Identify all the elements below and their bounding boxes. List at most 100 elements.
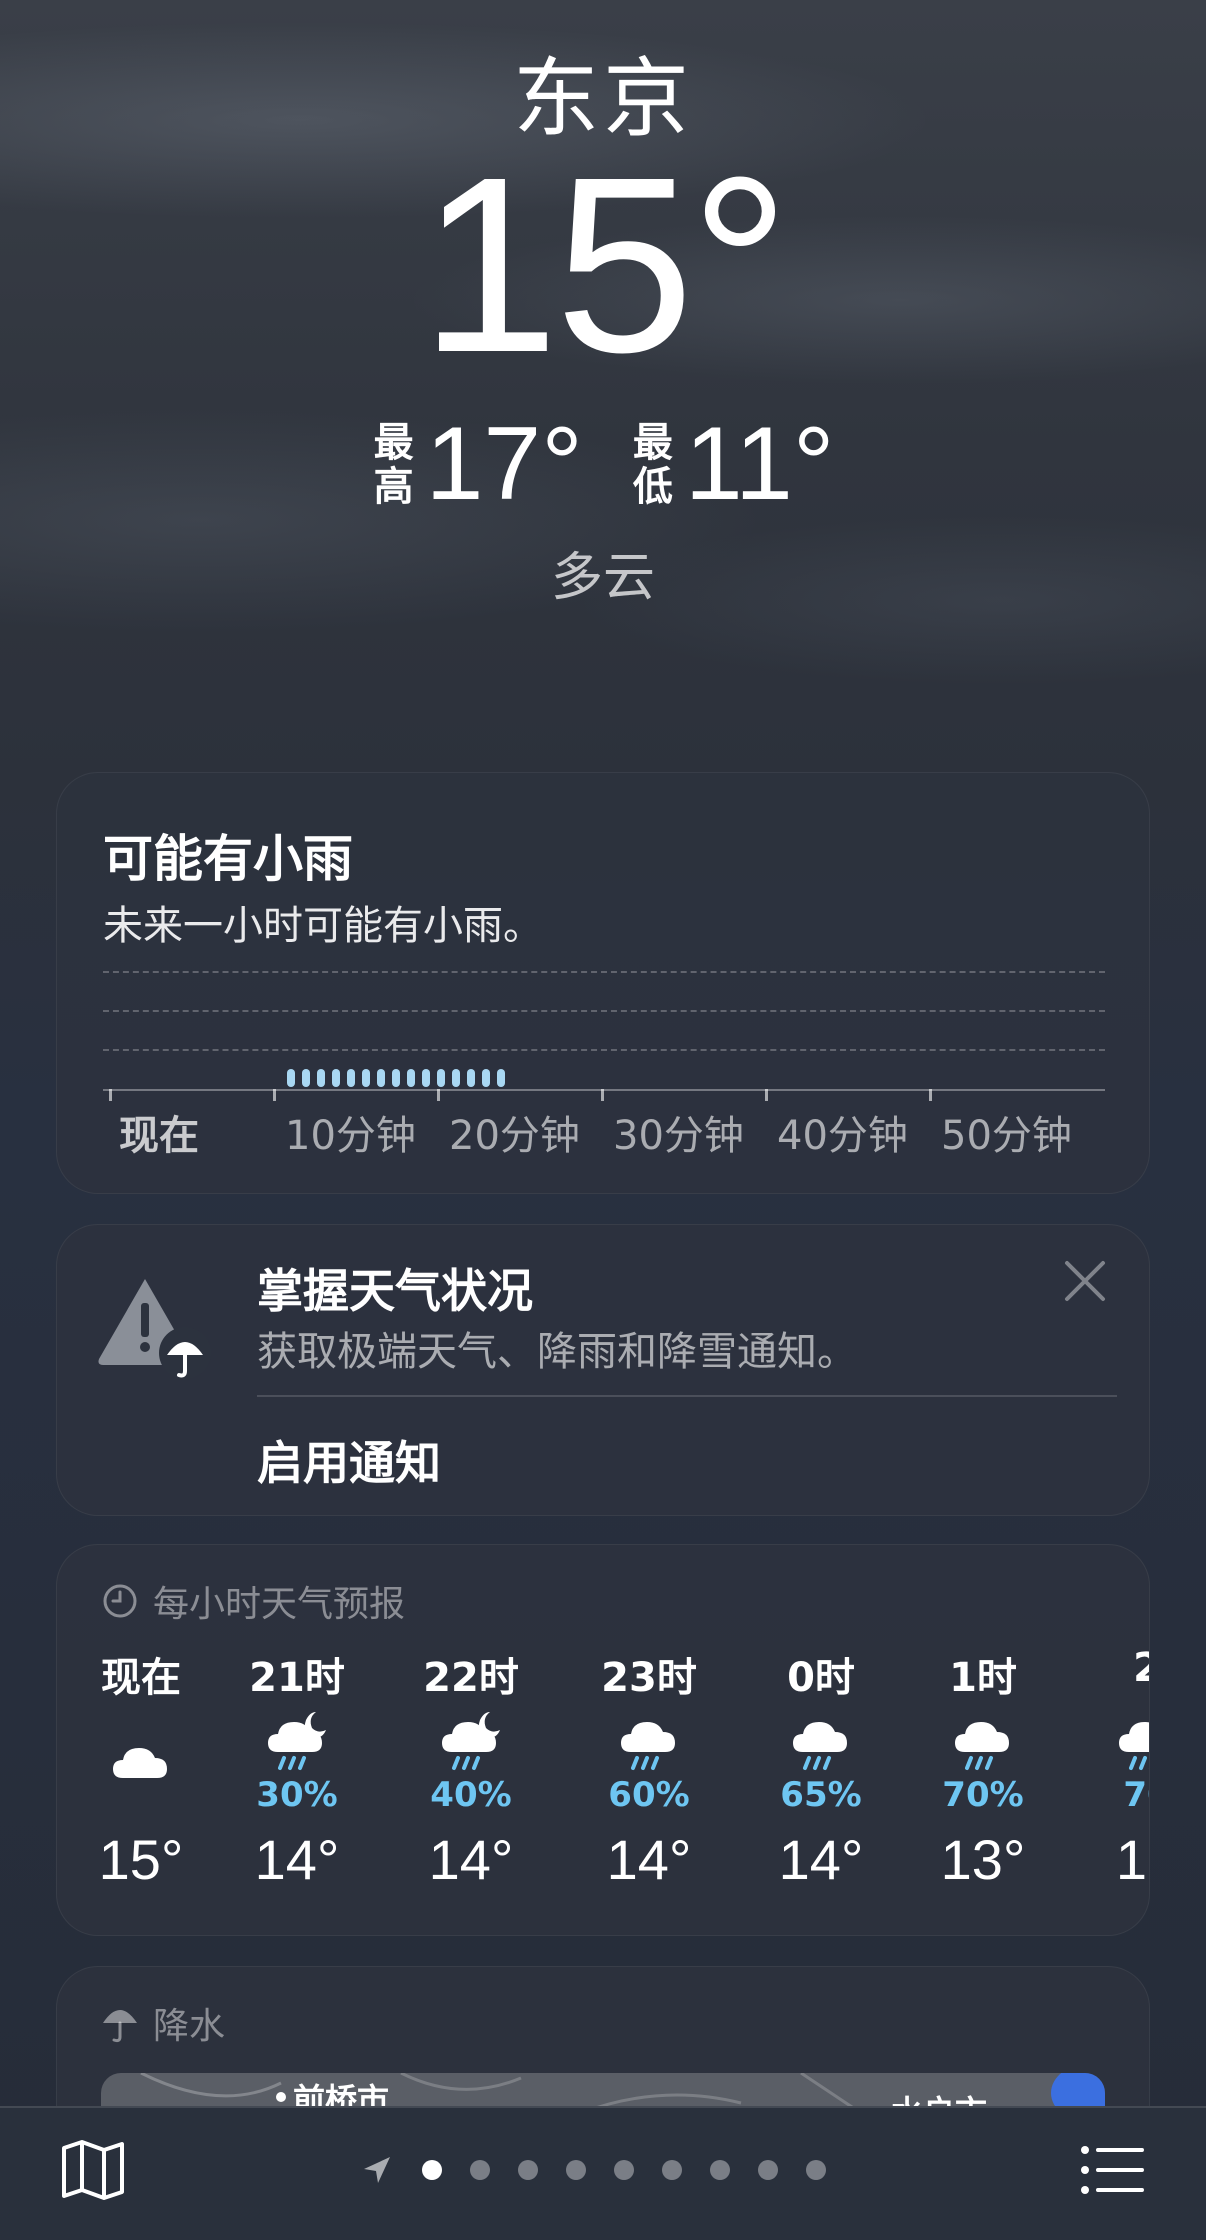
hour-label: 2: [1077, 1645, 1149, 1695]
hour-label: 1时: [949, 1655, 1017, 1701]
notification-subtitle: 获取极端天气、降雨和降雪通知。: [257, 1329, 857, 1375]
rain-bar: [317, 1069, 325, 1087]
map-icon[interactable]: [60, 2138, 126, 2202]
time-label-40: 40分钟: [777, 1113, 908, 1159]
close-icon[interactable]: [1059, 1255, 1111, 1307]
page-dot[interactable]: [806, 2160, 826, 2180]
grid-line: [103, 1010, 1105, 1012]
time-label-10: 10分钟: [285, 1113, 416, 1159]
rain-bar: [302, 1069, 310, 1087]
hourly-forecast-card[interactable]: 每小时天气预报 现在 15° 21时 30% 14° 22时 40% 14° 23时 60% 14°…: [56, 1544, 1150, 1936]
hourly-item: 2 70 13: [1077, 1645, 1149, 1892]
cloud-rain-icon: [579, 1705, 719, 1775]
location-arrow-icon[interactable]: [360, 2153, 394, 2187]
clock-icon: [103, 1584, 137, 1618]
rain-bar: [482, 1069, 490, 1087]
tick: [601, 1089, 604, 1101]
page-dot[interactable]: [422, 2160, 442, 2180]
tick: [765, 1089, 768, 1101]
bottom-toolbar: [0, 2106, 1206, 2240]
precipitation-header: 降水: [101, 1997, 225, 2049]
hour-temp: 13: [1115, 1828, 1149, 1891]
low-label: 最低: [632, 419, 673, 510]
high-label: 最高: [373, 419, 414, 510]
cloud-rain-icon: [1077, 1705, 1149, 1775]
hour-label: 23时: [601, 1655, 697, 1701]
enable-notifications-button[interactable]: 启用通知: [257, 1427, 441, 1493]
precipitation-title: 降水: [153, 2006, 226, 2047]
precip-chance: 30%: [256, 1775, 338, 1815]
chart-baseline: [103, 1089, 1105, 1091]
precip-chance: 40%: [430, 1775, 512, 1815]
hour-temp: 14°: [254, 1828, 340, 1891]
rain-bar: [347, 1069, 355, 1087]
cloud-rain-icon: [913, 1705, 1053, 1775]
current-temperature: 15°: [419, 125, 790, 404]
rain-bar: [407, 1069, 415, 1087]
hourly-item: 0时 65% 14°: [751, 1645, 891, 1892]
tick: [437, 1089, 440, 1101]
tick: [109, 1089, 112, 1101]
high-temp: 17°: [425, 406, 583, 522]
hourly-item: 现在 15°: [71, 1645, 211, 1892]
hourly-item: 21时 30% 14°: [227, 1645, 367, 1892]
umbrella-icon: [103, 2010, 137, 2043]
hourly-list[interactable]: 现在 15° 21时 30% 14° 22时 40% 14° 23时 60% 14° 0时 65% 14°…: [57, 1645, 1149, 1925]
page-dot[interactable]: [758, 2160, 778, 2180]
precip-chance: 70: [1123, 1775, 1149, 1815]
hour-label: 0时: [787, 1655, 855, 1701]
hour-temp: 13°: [940, 1828, 1026, 1891]
rain-bar: [362, 1069, 370, 1087]
rain-bar: [332, 1069, 340, 1087]
low-temp: 11°: [684, 406, 835, 522]
cloud-icon: [71, 1705, 211, 1815]
page-dot[interactable]: [710, 2160, 730, 2180]
list-icon[interactable]: [1080, 2144, 1144, 2196]
time-label-20: 20分钟: [449, 1113, 580, 1159]
page-indicator[interactable]: [360, 2108, 826, 2232]
high-low: 最高 17° 最低 11°: [0, 405, 1206, 524]
tick: [929, 1089, 932, 1101]
precip-chance: 65%: [780, 1775, 862, 1815]
rain-forecast-card[interactable]: 可能有小雨 未来一小时可能有小雨。 现在 10分钟 20分钟 30分钟 40分钟…: [56, 772, 1150, 1194]
hour-label: 21时: [249, 1655, 345, 1701]
rain-bar: [392, 1069, 400, 1087]
rain-bar: [377, 1069, 385, 1087]
notification-card: 掌握天气状况 获取极端天气、降雨和降雪通知。 启用通知: [56, 1224, 1150, 1516]
precip-chance: 60%: [608, 1775, 690, 1815]
cloud-moon-rain-icon: [401, 1705, 541, 1775]
hour-temp: 14°: [778, 1828, 864, 1891]
time-label-now: 现在: [119, 1113, 199, 1159]
hour-label: 22时: [423, 1655, 519, 1701]
tick: [273, 1089, 276, 1101]
weather-condition: 多云: [550, 548, 655, 608]
rain-bar: [467, 1069, 475, 1087]
rain-bar: [422, 1069, 430, 1087]
page-dot[interactable]: [566, 2160, 586, 2180]
rain-bar: [437, 1069, 445, 1087]
page-dot[interactable]: [470, 2160, 490, 2180]
notification-title: 掌握天气状况: [257, 1264, 533, 1318]
rain-subtitle: 未来一小时可能有小雨。: [103, 903, 543, 949]
rain-bar: [287, 1069, 295, 1087]
hourly-item: 23时 60% 14°: [579, 1645, 719, 1892]
hourly-item: 1时 70% 13°: [913, 1645, 1053, 1892]
hour-temp: 14°: [428, 1828, 514, 1891]
precip-chance: 70%: [942, 1775, 1024, 1815]
hourly-header: 每小时天气预报: [101, 1575, 405, 1627]
warning-umbrella-icon: [98, 1279, 211, 1379]
rain-title: 可能有小雨: [103, 830, 353, 888]
cloud-moon-rain-icon: [227, 1705, 367, 1775]
hour-temp: 14°: [606, 1828, 692, 1891]
hourly-item: 22时 40% 14°: [401, 1645, 541, 1892]
cloud-rain-icon: [751, 1705, 891, 1775]
time-label-30: 30分钟: [613, 1113, 744, 1159]
hourly-title: 每小时天气预报: [153, 1584, 406, 1625]
page-dot[interactable]: [614, 2160, 634, 2180]
grid-line: [103, 971, 1105, 973]
page-dot[interactable]: [518, 2160, 538, 2180]
hour-label: 现在: [101, 1655, 181, 1701]
grid-line: [103, 1049, 1105, 1051]
divider: [257, 1395, 1117, 1397]
page-dot[interactable]: [662, 2160, 682, 2180]
